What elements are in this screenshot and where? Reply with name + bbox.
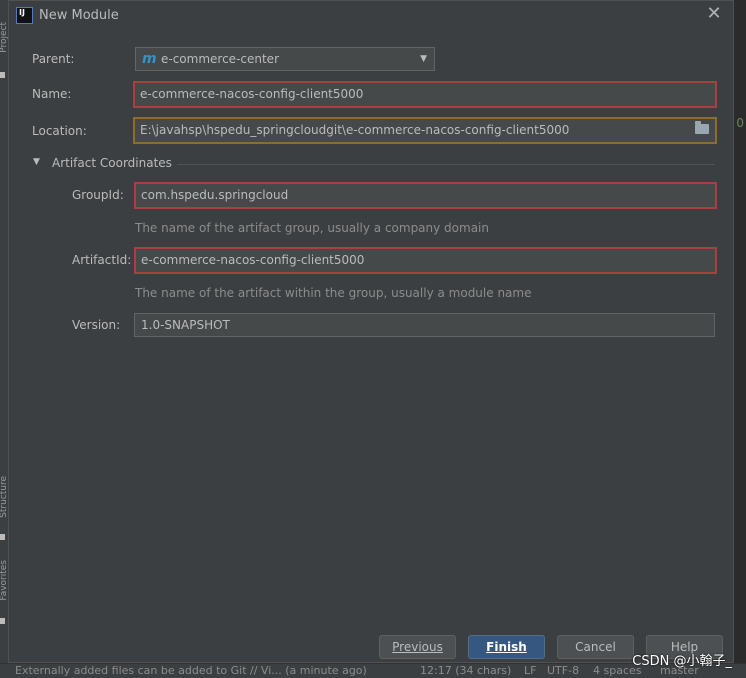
name-label: Name: <box>32 87 72 101</box>
status-message[interactable]: Externally added files can be added to G… <box>15 664 367 678</box>
chevron-down-icon[interactable]: ▼ <box>33 157 43 167</box>
artifactid-hint: The name of the artifact within the grou… <box>135 286 532 300</box>
finish-button-label: Finish <box>486 640 527 654</box>
maven-module-icon: m <box>142 51 157 67</box>
version-label: Version: <box>72 318 121 332</box>
new-module-dialog: IJ New Module ✕ Parent: m e-commerce-cen… <box>8 0 734 663</box>
dialog-titlebar[interactable]: IJ New Module ✕ <box>9 1 733 31</box>
status-line-separator[interactable]: LF <box>524 664 536 678</box>
location-label: Location: <box>32 124 87 138</box>
status-encoding[interactable]: UTF-8 <box>547 664 579 678</box>
parent-label: Parent: <box>32 52 75 66</box>
version-input[interactable]: 1.0-SNAPSHOT <box>134 313 715 337</box>
previous-button[interactable]: Previous <box>379 635 456 659</box>
chevron-down-icon: ▼ <box>420 54 427 64</box>
folder-browse-icon[interactable] <box>695 121 709 134</box>
close-icon[interactable]: ✕ <box>705 5 723 23</box>
parent-select-value: e-commerce-center <box>161 52 280 66</box>
ide-editor-edge: 0 <box>732 0 746 677</box>
name-input[interactable]: e-commerce-nacos-config-client5000 <box>133 81 717 108</box>
groupid-label: GroupId: <box>72 188 124 202</box>
editor-gutter-glyph: 0 <box>736 116 744 130</box>
artifactid-input[interactable]: e-commerce-nacos-config-client5000 <box>134 247 717 274</box>
section-divider <box>177 164 715 165</box>
location-input-value: E:\javahsp\hspedu_springcloudgit\e-comme… <box>140 123 570 137</box>
finish-button[interactable]: Finish <box>468 635 545 659</box>
dialog-title: New Module <box>39 8 119 23</box>
previous-button-label: Previous <box>392 640 443 654</box>
csdn-watermark: CSDN @小翰子_ <box>632 654 732 669</box>
parent-select[interactable]: m e-commerce-center ▼ <box>135 47 435 71</box>
intellij-app-icon: IJ <box>16 7 33 24</box>
cancel-button[interactable]: Cancel <box>557 635 634 659</box>
structure-tab-icon <box>0 534 5 540</box>
artifactid-label: ArtifactId: <box>72 253 132 267</box>
location-input[interactable]: E:\javahsp\hspedu_springcloudgit\e-comme… <box>133 117 717 144</box>
favorites-star-icon <box>0 618 5 624</box>
groupid-input[interactable]: com.hspedu.springcloud <box>134 182 717 209</box>
artifact-coordinates-heading: Artifact Coordinates <box>52 156 172 170</box>
project-tab-icon <box>0 72 5 78</box>
status-caret-position[interactable]: 12:17 (34 chars) <box>420 664 511 678</box>
groupid-hint: The name of the artifact group, usually … <box>135 221 489 235</box>
